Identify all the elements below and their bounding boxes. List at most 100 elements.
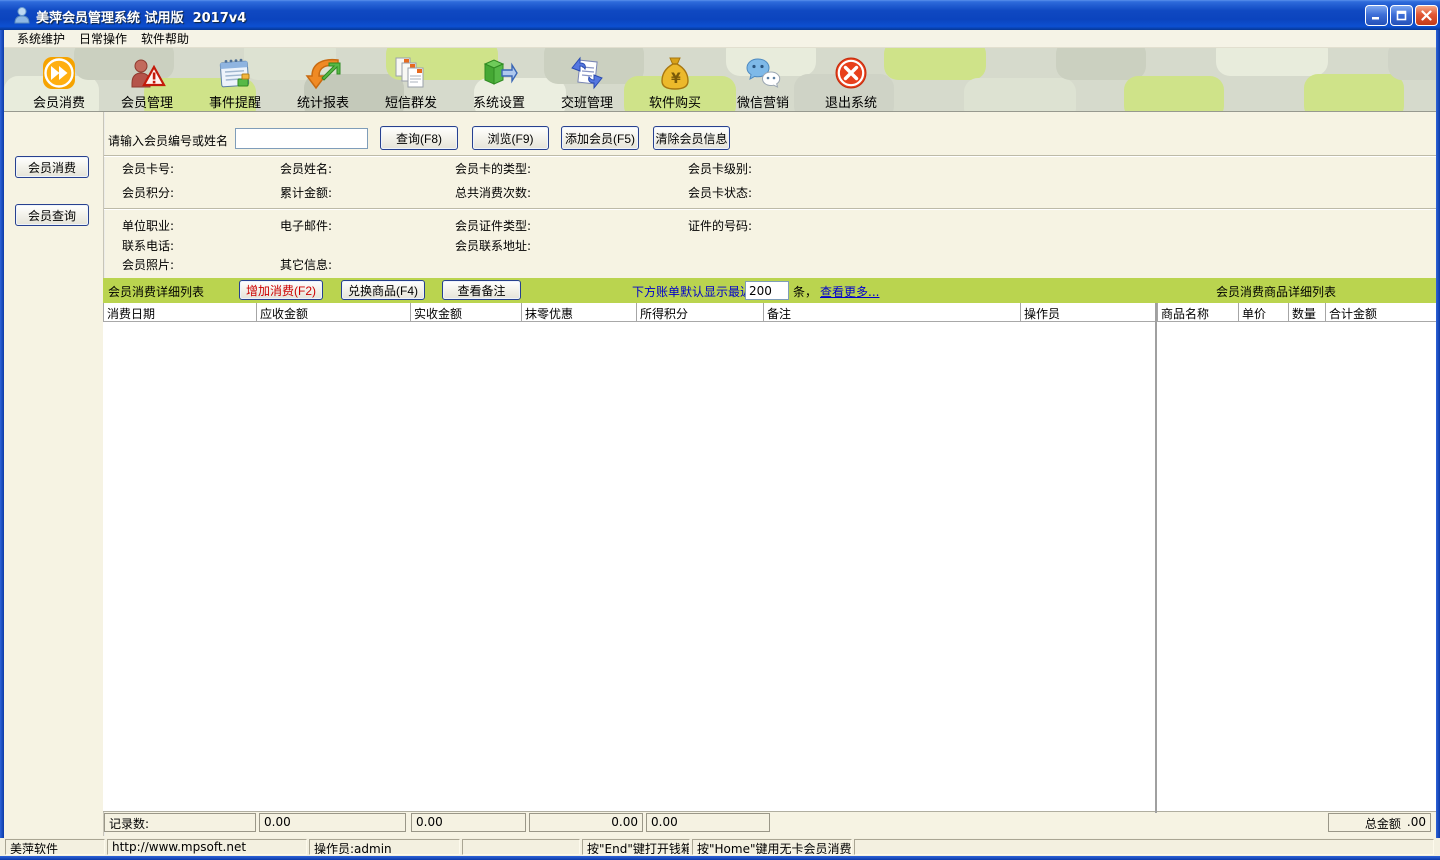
- toolbar-label: 系统设置: [473, 92, 525, 111]
- sidebar-member-query-button[interactable]: 会员查询: [15, 204, 89, 226]
- menu-daily-operation[interactable]: 日常操作: [72, 29, 134, 48]
- col-discount: 抹零优惠: [521, 303, 636, 321]
- window-title: 美萍会员管理系统 试用版 2017v4: [36, 7, 246, 26]
- toolbar-label: 交班管理: [561, 92, 613, 111]
- status-brand: 美萍软件: [5, 839, 105, 855]
- status-url: http://www.mpsoft.net: [107, 839, 307, 855]
- exchange-goods-button[interactable]: 兑换商品(F4): [341, 280, 425, 300]
- svg-text:¥: ¥: [671, 71, 681, 87]
- view-remark-button[interactable]: 查看备注: [442, 280, 521, 300]
- toolbar-label: 事件提醒: [209, 92, 261, 111]
- col-unit-price: 单价: [1238, 303, 1288, 321]
- add-consume-button[interactable]: 增加消费(F2): [239, 280, 323, 300]
- points-total-cell: 0.00: [646, 813, 770, 832]
- member-consume-times-label: 总共消费次数:: [455, 184, 531, 201]
- window-border-right: [1436, 30, 1440, 856]
- member-phone-label: 联系电话:: [122, 237, 174, 254]
- status-hint-home-key: 按"Home"键用无卡会员消费: [692, 839, 852, 855]
- member-address-label: 会员联系地址:: [455, 237, 531, 254]
- member-photo-label: 会员照片:: [122, 256, 174, 273]
- shift-change-icon: [568, 54, 606, 92]
- member-card-type-label: 会员卡的类型:: [455, 160, 531, 177]
- member-points-label: 会员积分:: [122, 184, 174, 201]
- menu-system-maintain[interactable]: 系统维护: [10, 29, 72, 48]
- divider-line: [104, 208, 1436, 210]
- sms-stack-icon: [392, 54, 430, 92]
- goods-total-value: .00: [1407, 815, 1426, 830]
- toolbar-label: 短信群发: [385, 92, 437, 111]
- app-logo-icon: [12, 5, 32, 28]
- sidebar-member-consume-button[interactable]: 会员消费: [15, 156, 89, 178]
- money-bag-icon: ¥: [656, 54, 694, 92]
- toolbar-label: 会员管理: [121, 92, 173, 111]
- consume-table-body[interactable]: [103, 322, 1436, 812]
- window-border-bottom: [0, 856, 1440, 860]
- col-received: 实收金额: [410, 303, 521, 321]
- status-operator: 操作员:admin: [309, 839, 460, 855]
- member-id-number-label: 证件的号码:: [688, 217, 752, 234]
- add-member-button[interactable]: 添加会员(F5): [561, 126, 639, 150]
- goods-total-cell: 总金额 .00: [1328, 813, 1431, 832]
- clear-member-info-button[interactable]: 清除会员信息: [653, 126, 730, 150]
- received-total-cell: 0.00: [411, 813, 526, 832]
- maximize-button[interactable]: [1390, 5, 1413, 26]
- toolbar-exit-system[interactable]: 退出系统: [807, 48, 895, 112]
- toolbar-sms-broadcast[interactable]: 短信群发: [367, 48, 455, 112]
- toolbar-shift-manage[interactable]: 交班管理: [543, 48, 631, 112]
- exit-icon: [832, 54, 870, 92]
- calendar-reminder-icon: [216, 54, 254, 92]
- member-name-label: 会员姓名:: [280, 160, 332, 177]
- toolbar-label: 退出系统: [825, 92, 877, 111]
- member-alert-icon: [128, 54, 166, 92]
- view-more-link[interactable]: 查看更多...: [820, 283, 879, 300]
- col-receivable: 应收金额: [256, 303, 410, 321]
- col-remark: 备注: [763, 303, 1020, 321]
- toolbar-member-consume[interactable]: 会员消费: [15, 48, 103, 112]
- status-hint-end-key: 按"End"键打开钱箱: [582, 839, 690, 855]
- discount-total-cell: 0.00: [529, 813, 643, 832]
- search-label: 请输入会员编号或姓名: [108, 132, 228, 149]
- toolbar-software-purchase[interactable]: ¥ 软件购买: [631, 48, 719, 112]
- toolbar-system-settings[interactable]: 系统设置: [455, 48, 543, 112]
- recent-count-input[interactable]: [745, 281, 789, 300]
- col-goods-name: 商品名称: [1157, 303, 1238, 321]
- divider-line: [104, 155, 1436, 157]
- query-button[interactable]: 查询(F8): [380, 126, 458, 150]
- toolbar-wechat-marketing[interactable]: 微信营销: [719, 48, 807, 112]
- col-points: 所得积分: [636, 303, 763, 321]
- toolbar: 会员消费 会员管理: [4, 48, 1436, 112]
- recent-unit-text: 条，: [793, 283, 817, 300]
- stats-arrow-icon: [304, 54, 342, 92]
- toolbar-event-reminder[interactable]: 事件提醒: [191, 48, 279, 112]
- records-count-cell: 记录数:: [104, 813, 256, 832]
- col-quantity: 数量: [1288, 303, 1325, 321]
- col-consume-date: 消费日期: [103, 303, 256, 321]
- status-bar: 美萍软件 http://www.mpsoft.net 操作员:admin 按"E…: [0, 838, 1440, 856]
- member-search-input[interactable]: [235, 128, 368, 149]
- toolbar-member-manage[interactable]: 会员管理: [103, 48, 191, 112]
- status-spacer: [854, 839, 1434, 855]
- settings-cube-icon: [480, 54, 518, 92]
- member-other-info-label: 其它信息:: [280, 256, 332, 273]
- recent-bills-text: 下方账单默认显示最近: [632, 283, 752, 300]
- status-spacer: [462, 839, 580, 855]
- member-email-label: 电子邮件:: [280, 217, 332, 234]
- member-card-level-label: 会员卡级别:: [688, 160, 752, 177]
- toolbar-items: 会员消费 会员管理: [15, 48, 895, 112]
- goods-total-label: 总金额: [1365, 815, 1401, 830]
- toolbar-label: 统计报表: [297, 92, 349, 111]
- col-total-amount: 合计金额: [1325, 303, 1436, 321]
- receivable-total-cell: 0.00: [259, 813, 406, 832]
- member-occupation-label: 单位职业:: [122, 217, 174, 234]
- close-button[interactable]: [1415, 5, 1438, 26]
- toolbar-label: 软件购买: [649, 92, 701, 111]
- browse-button[interactable]: 浏览(F9): [472, 126, 549, 150]
- toolbar-stats-report[interactable]: 统计报表: [279, 48, 367, 112]
- title-bar: 美萍会员管理系统 试用版 2017v4: [0, 0, 1440, 30]
- consume-action-bar: 会员消费详细列表 增加消费(F2) 兑换商品(F4) 查看备注 下方账单默认显示…: [103, 278, 1436, 303]
- table-separator: [1155, 303, 1157, 813]
- menu-bar: 系统维护 日常操作 软件帮助: [4, 30, 1436, 48]
- menu-software-help[interactable]: 软件帮助: [134, 29, 196, 48]
- minimize-button[interactable]: [1365, 5, 1388, 26]
- toolbar-label: 微信营销: [737, 92, 789, 111]
